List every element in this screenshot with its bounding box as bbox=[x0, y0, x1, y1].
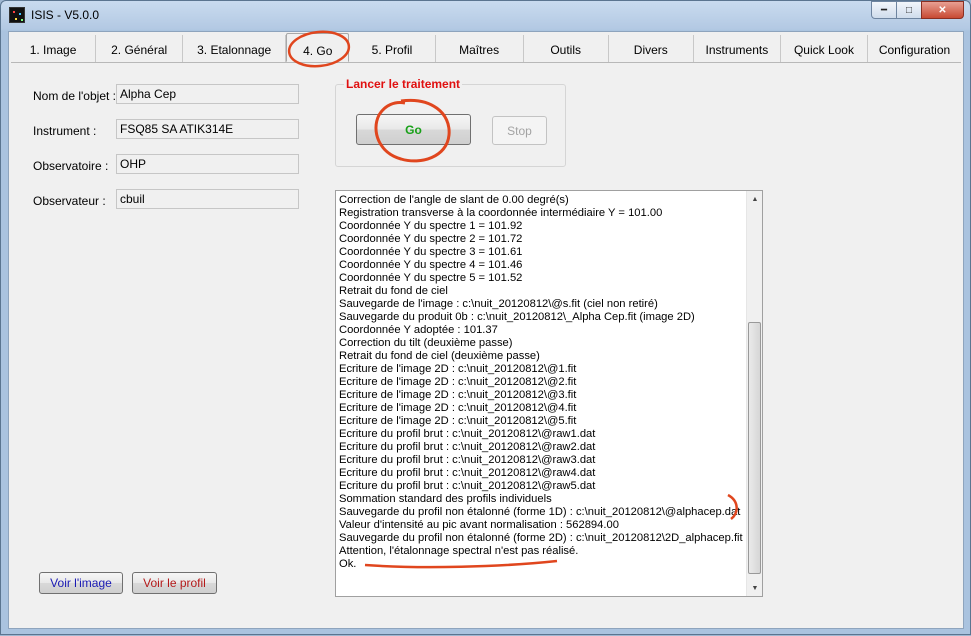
tab-outils[interactable]: Outils bbox=[524, 35, 609, 62]
log-line: Registration transverse à la coordonnée … bbox=[339, 207, 663, 219]
log-line: Ecriture du profil brut : c:\nuit_201208… bbox=[339, 454, 596, 466]
log-line: Ok. bbox=[339, 558, 357, 570]
isis-app-icon bbox=[9, 7, 25, 23]
log-line: Ecriture du profil brut : c:\nuit_201208… bbox=[339, 428, 596, 440]
scroll-up-icon[interactable]: ▲ bbox=[747, 191, 762, 207]
log-line: Ecriture de l'image 2D : c:\nuit_2012081… bbox=[339, 376, 577, 388]
tab-image[interactable]: 1. Image bbox=[11, 35, 97, 62]
log-lines: Correction de l'angle de slant de 0.00 d… bbox=[339, 194, 745, 571]
maximize-icon[interactable]: □ bbox=[896, 1, 922, 19]
close-icon[interactable]: ✕ bbox=[921, 1, 964, 19]
log-line: Ecriture du profil brut : c:\nuit_201208… bbox=[339, 467, 596, 479]
log-line: Coordonnée Y du spectre 2 = 101.72 bbox=[339, 233, 523, 245]
tab-divers[interactable]: Divers bbox=[609, 35, 694, 62]
tab-configuration[interactable]: Configuration bbox=[868, 35, 961, 62]
log-line: Sauvegarde du profil non étalonné (forme… bbox=[339, 532, 743, 544]
log-line: Sauvegarde du profil non étalonné (forme… bbox=[339, 506, 741, 518]
window-controls: ━ □ ✕ bbox=[871, 1, 964, 21]
log-line: Valeur d'intensité au pic avant normalis… bbox=[339, 519, 619, 531]
tab-profil[interactable]: 5. Profil bbox=[349, 35, 436, 62]
log-line: Sauvegarde de l'image : c:\nuit_20120812… bbox=[339, 298, 658, 310]
log-line: Ecriture de l'image 2D : c:\nuit_2012081… bbox=[339, 415, 577, 427]
tab-go[interactable]: 4. Go bbox=[286, 33, 350, 62]
log-line: Ecriture du profil brut : c:\nuit_201208… bbox=[339, 480, 596, 492]
log-line: Coordonnée Y du spectre 3 = 101.61 bbox=[339, 246, 523, 258]
main-panel: 1. Image 2. Général 3. Etalonnage 4. Go … bbox=[8, 31, 964, 629]
log-line: Coordonnée Y du spectre 1 = 101.92 bbox=[339, 220, 523, 232]
processing-group-title: Lancer le traitement bbox=[344, 77, 463, 91]
log-textarea[interactable]: Correction de l'angle de slant de 0.00 d… bbox=[335, 190, 763, 597]
observatory-label: Observatoire : bbox=[33, 159, 109, 173]
window-title: ISIS - V5.0.0 bbox=[31, 8, 100, 22]
observer-label: Observateur : bbox=[33, 194, 106, 208]
object-name-label: Nom de l'objet : bbox=[33, 89, 116, 103]
log-line: Ecriture de l'image 2D : c:\nuit_2012081… bbox=[339, 402, 577, 414]
instrument-field[interactable] bbox=[116, 119, 299, 139]
tab-instruments[interactable]: Instruments bbox=[694, 35, 781, 62]
log-line: Retrait du fond de ciel (deuxième passe) bbox=[339, 350, 540, 362]
app-window: ISIS - V5.0.0 ━ □ ✕ 1. Image 2. Général … bbox=[0, 0, 971, 635]
minimize-icon[interactable]: ━ bbox=[871, 1, 897, 19]
log-line: Attention, l'étalonnage spectral n'est p… bbox=[339, 545, 579, 557]
observer-field[interactable] bbox=[116, 189, 299, 209]
tab-maitres[interactable]: Maîtres bbox=[436, 35, 524, 62]
scroll-down-icon[interactable]: ▼ bbox=[747, 580, 762, 596]
log-line: Sommation standard des profils individue… bbox=[339, 493, 552, 505]
scroll-thumb[interactable] bbox=[748, 322, 761, 574]
title-bar: ISIS - V5.0.0 ━ □ ✕ bbox=[1, 1, 970, 29]
go-button[interactable]: Go bbox=[356, 114, 471, 145]
log-line: Coordonnée Y adoptée : 101.37 bbox=[339, 324, 498, 336]
view-image-button[interactable]: Voir l'image bbox=[39, 572, 123, 594]
object-name-field[interactable] bbox=[116, 84, 299, 104]
tab-quick-look[interactable]: Quick Look bbox=[781, 35, 868, 62]
log-line: Sauvegarde du produit 0b : c:\nuit_20120… bbox=[339, 311, 695, 323]
tab-general[interactable]: 2. Général bbox=[96, 35, 184, 62]
tab-etalonnage[interactable]: 3. Etalonnage bbox=[183, 35, 287, 62]
observatory-field[interactable] bbox=[116, 154, 299, 174]
log-line: Ecriture de l'image 2D : c:\nuit_2012081… bbox=[339, 363, 577, 375]
tab-bar: 1. Image 2. Général 3. Etalonnage 4. Go … bbox=[11, 33, 961, 63]
log-scrollbar[interactable]: ▲ ▼ bbox=[746, 191, 762, 596]
log-line: Ecriture de l'image 2D : c:\nuit_2012081… bbox=[339, 389, 577, 401]
log-line: Retrait du fond de ciel bbox=[339, 285, 448, 297]
stop-button[interactable]: Stop bbox=[492, 116, 547, 145]
view-profile-button[interactable]: Voir le profil bbox=[132, 572, 217, 594]
log-line: Ecriture du profil brut : c:\nuit_201208… bbox=[339, 441, 596, 453]
log-line: Coordonnée Y du spectre 4 = 101.46 bbox=[339, 259, 523, 271]
log-line: Correction de l'angle de slant de 0.00 d… bbox=[339, 194, 569, 206]
log-line: Coordonnée Y du spectre 5 = 101.52 bbox=[339, 272, 523, 284]
log-line: Correction du tilt (deuxième passe) bbox=[339, 337, 513, 349]
instrument-label: Instrument : bbox=[33, 124, 97, 138]
